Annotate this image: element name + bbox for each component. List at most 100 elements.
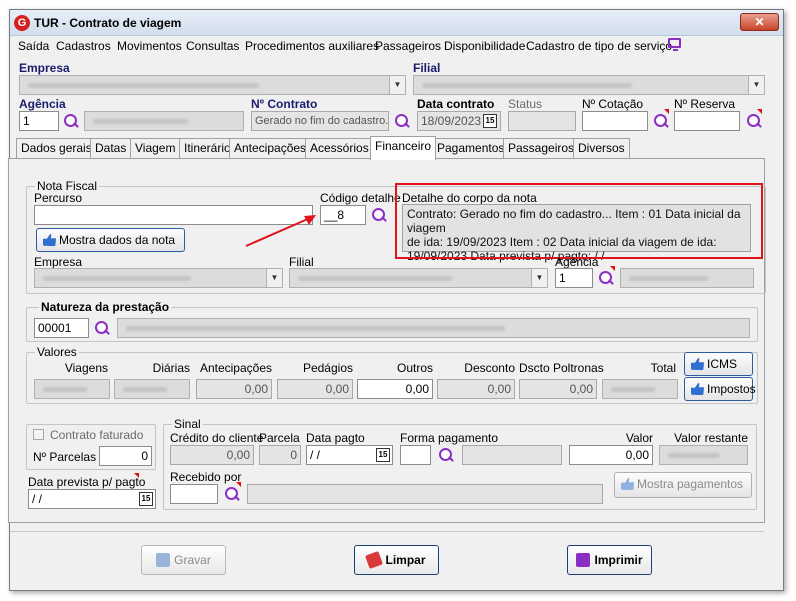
search-icon[interactable]	[653, 113, 669, 129]
empresa-combo[interactable]: ▼	[19, 75, 406, 95]
tab-diversos[interactable]: Diversos	[573, 138, 630, 159]
forma-pagamento-label: Forma pagamento	[400, 431, 499, 445]
tab-dados-gerais[interactable]: Dados gerais	[16, 138, 97, 159]
data-contrato-label: Data contrato	[417, 97, 495, 111]
tab-viagem[interactable]: Viagem	[130, 138, 181, 159]
nf-filial-label: Filial	[289, 255, 314, 269]
nf-filial-combo[interactable]: ▼	[289, 268, 548, 288]
close-button[interactable]: ✕	[740, 13, 779, 31]
menu-saida[interactable]: Saída	[18, 39, 49, 53]
parcela-label: Parcela	[259, 431, 300, 445]
icms-label: ICMS	[707, 357, 737, 371]
limpar-button[interactable]: Limpar	[354, 545, 439, 575]
nf-agencia-field[interactable]: 1	[555, 268, 593, 288]
highlight-box	[395, 183, 763, 259]
data-prevista-field[interactable]: / /	[28, 489, 156, 509]
search-icon[interactable]	[94, 320, 110, 336]
required-mark-icon	[236, 482, 241, 487]
nf-agencia-name-field	[620, 268, 754, 288]
tab-datas[interactable]: Datas	[90, 138, 132, 159]
diarias-label: Diárias	[152, 361, 190, 375]
chevron-down-icon[interactable]: ▼	[531, 269, 547, 287]
menu-cadastros[interactable]: Cadastros	[56, 39, 111, 53]
viagens-label: Viagens	[64, 361, 108, 375]
chevron-down-icon[interactable]: ▼	[266, 269, 282, 287]
recebido-por-field[interactable]	[170, 484, 218, 504]
valor-restante-field	[659, 445, 748, 465]
natureza-code-field[interactable]: 00001	[34, 318, 89, 338]
sinal-title: Sinal	[172, 417, 203, 431]
mostra-dados-nota-label: Mostra dados da nota	[59, 233, 176, 247]
forma-pagamento-name-field	[462, 445, 562, 465]
menu-consultas[interactable]: Consultas	[186, 39, 239, 53]
contrato-faturado-checkbox[interactable]	[33, 429, 44, 440]
tab-pagamentos[interactable]: Pagamentos	[432, 138, 510, 159]
tab-acessorios[interactable]: Acessórios	[305, 138, 374, 159]
valor-field[interactable]: 0,00	[569, 445, 653, 465]
calendar-icon[interactable]: 15	[483, 114, 497, 128]
tab-passageiros[interactable]: Passageiros	[503, 138, 580, 159]
mostra-pagamentos-button[interactable]: Mostra pagamentos	[614, 472, 752, 498]
agencia-field[interactable]: 1	[19, 111, 59, 131]
natureza-name-field	[117, 318, 750, 338]
annotation-arrow	[245, 215, 316, 247]
mostra-dados-nota-button[interactable]: Mostra dados da nota	[36, 228, 185, 252]
search-icon[interactable]	[394, 113, 410, 129]
nf-empresa-label: Empresa	[34, 255, 83, 269]
parcelas-field[interactable]: 0	[99, 446, 152, 466]
contrato-label: Nº Contrato	[251, 97, 318, 111]
gravar-button[interactable]: Gravar	[141, 545, 226, 575]
icms-button[interactable]: ICMS	[684, 352, 753, 376]
nf-empresa-combo[interactable]: ▼	[34, 268, 283, 288]
status-field	[508, 111, 576, 131]
outros-field[interactable]: 0,00	[357, 379, 433, 399]
agencia-name-field	[84, 111, 244, 131]
thumbs-up-icon	[43, 234, 56, 246]
contrato-field[interactable]: Gerado no fim do cadastro...	[251, 111, 389, 131]
menu-cadastro-tipo-servico[interactable]: Cadastro de tipo de serviço	[526, 39, 672, 53]
menu-movimentos[interactable]: Movimentos	[117, 39, 182, 53]
agencia-label: Agência	[19, 97, 66, 111]
required-mark-icon	[134, 473, 139, 478]
credito-field: 0,00	[170, 445, 254, 465]
search-icon[interactable]	[63, 113, 79, 129]
window-title: TUR - Contrato de viagem	[34, 16, 182, 30]
diarias-field	[114, 379, 190, 399]
app-logo-icon: G	[14, 15, 30, 31]
menu-disponibilidade[interactable]: Disponibilidade	[444, 39, 525, 53]
eraser-icon	[365, 551, 384, 569]
required-mark-icon	[610, 266, 615, 271]
mostra-pagamentos-label: Mostra pagamentos	[637, 477, 744, 491]
impostos-button[interactable]: Impostos	[684, 377, 756, 401]
desconto-label: Desconto	[464, 361, 515, 375]
filial-combo[interactable]: ▼	[413, 75, 765, 95]
forma-pagamento-field[interactable]	[400, 445, 431, 465]
recebido-por-name-field	[247, 484, 603, 504]
chevron-down-icon[interactable]: ▼	[748, 76, 764, 94]
reserva-label: Nº Reserva	[674, 97, 736, 111]
dscto-poltronas-field: 0,00	[519, 379, 597, 399]
title-bar: G TUR - Contrato de viagem ✕	[10, 10, 783, 36]
menu-procedimentos-auxiliares[interactable]: Procedimentos auxiliares	[245, 39, 379, 53]
codigo-detalhe-field[interactable]: __8	[320, 205, 366, 225]
antecipacoes-label: Antecipações	[199, 361, 272, 375]
reserva-field[interactable]	[674, 111, 740, 131]
search-icon[interactable]	[598, 270, 614, 286]
tab-itinerario[interactable]: Itinerário	[179, 138, 236, 159]
screen-icon[interactable]	[668, 38, 681, 51]
search-icon[interactable]	[371, 207, 387, 223]
search-icon[interactable]	[224, 486, 240, 502]
filial-label: Filial	[413, 61, 441, 75]
cotacao-field[interactable]	[582, 111, 648, 131]
tab-financeiro[interactable]: Financeiro	[370, 136, 437, 160]
search-icon[interactable]	[746, 113, 762, 129]
calendar-icon[interactable]: 15	[376, 448, 390, 462]
chevron-down-icon[interactable]: ▼	[389, 76, 405, 94]
search-icon[interactable]	[438, 447, 454, 463]
parcelas-label: Nº Parcelas	[33, 450, 97, 464]
tab-antecipacoes[interactable]: Antecipações	[229, 138, 312, 159]
imprimir-button[interactable]: Imprimir	[567, 545, 652, 575]
calendar-icon[interactable]: 15	[139, 492, 153, 506]
save-icon	[156, 553, 171, 567]
menu-passageiros[interactable]: Passageiros	[375, 39, 441, 53]
